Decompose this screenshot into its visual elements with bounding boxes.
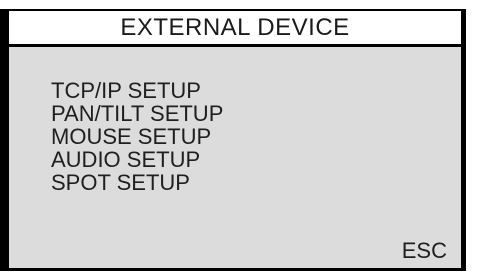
setup-menu: TCP/IP SETUP PAN/TILT SETUP MOUSE SETUP … — [51, 79, 223, 194]
menu-item-spot-setup[interactable]: SPOT SETUP — [51, 171, 223, 194]
menu-item-mouse-setup[interactable]: MOUSE SETUP — [51, 125, 223, 148]
esc-button[interactable]: ESC — [402, 238, 447, 264]
menu-item-audio-setup[interactable]: AUDIO SETUP — [51, 148, 223, 171]
menu-item-pan-tilt-setup[interactable]: PAN/TILT SETUP — [51, 102, 223, 125]
external-device-dialog: EXTERNAL DEVICE TCP/IP SETUP PAN/TILT SE… — [0, 9, 466, 271]
menu-item-tcp-ip-setup[interactable]: TCP/IP SETUP — [51, 79, 223, 102]
screen: EXTERNAL DEVICE TCP/IP SETUP PAN/TILT SE… — [0, 0, 477, 274]
dialog-title: EXTERNAL DEVICE — [9, 11, 461, 47]
